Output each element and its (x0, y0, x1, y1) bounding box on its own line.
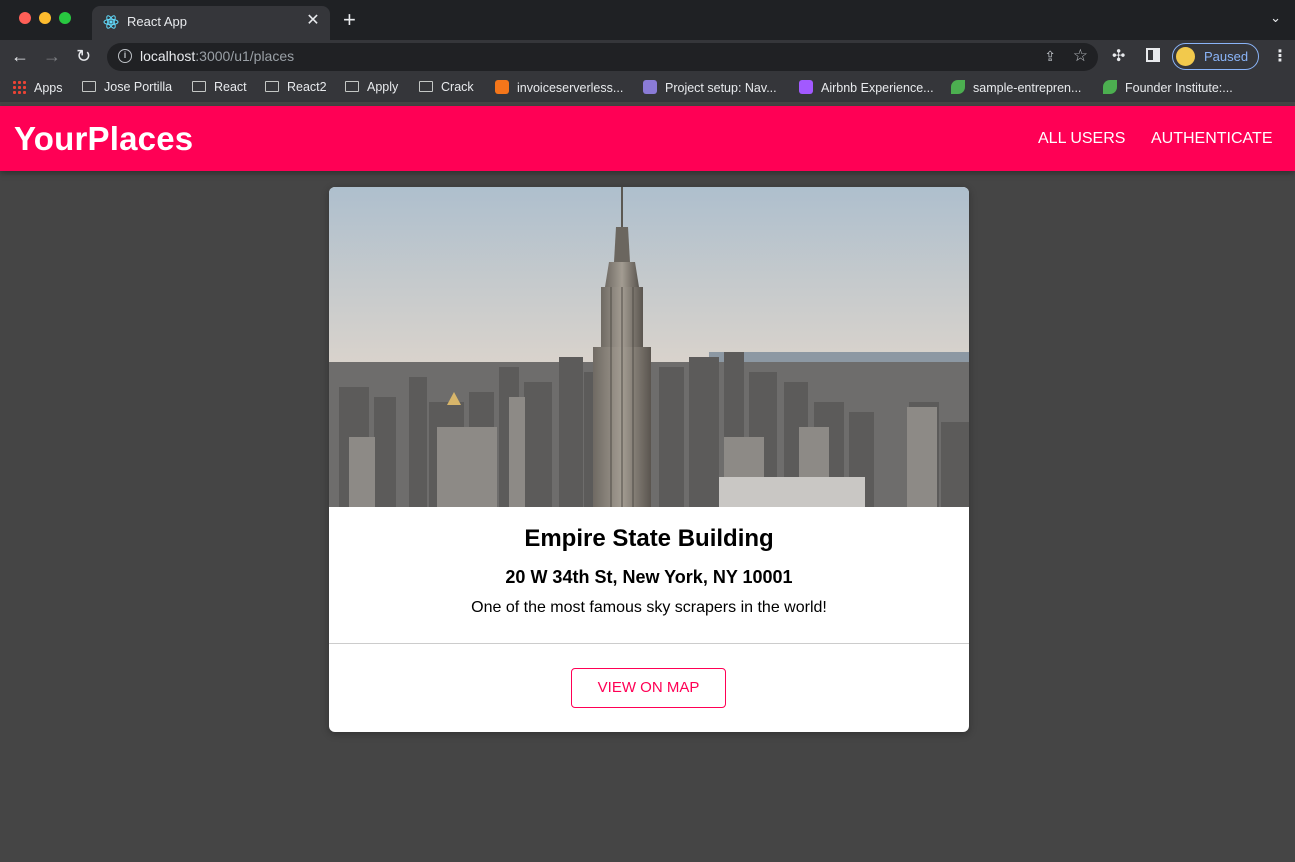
side-panel-icon[interactable] (1146, 48, 1160, 62)
bookmark-folder-react[interactable]: React (192, 80, 247, 94)
minimize-window-button[interactable] (39, 12, 51, 24)
browser-toolbar: ← → ↻ i localhost:3000/u1/places ⇪ ☆ (0, 40, 1295, 74)
bookmark-invoiceserverless[interactable]: invoiceserverless... (495, 80, 623, 95)
folder-icon (192, 81, 206, 92)
browser-menu-icon[interactable]: ⋮ (1272, 46, 1288, 66)
folder-icon (82, 81, 96, 92)
new-tab-icon[interactable]: + (343, 8, 356, 32)
tab-search-chevron-icon[interactable]: ⌄ (1270, 10, 1281, 26)
profile-status: Paused (1204, 49, 1249, 64)
folder-icon (265, 81, 279, 92)
place-description: One of the most famous sky scrapers in t… (471, 599, 827, 616)
close-window-button[interactable] (19, 12, 31, 24)
aws-icon (495, 80, 509, 94)
url-host: localhost (140, 48, 196, 64)
place-card: Empire State Building 20 W 34th St, New … (329, 187, 969, 732)
bookmarks-bar: Apps Jose Portilla React React2 Apply Cr… (0, 74, 1295, 102)
bookmark-folder-apply[interactable]: Apply (345, 80, 398, 94)
place-address: 20 W 34th St, New York, NY 10001 (505, 567, 793, 587)
bookmark-label: React (214, 80, 247, 94)
card-divider (329, 643, 969, 644)
view-on-map-button[interactable]: VIEW ON MAP (571, 668, 726, 708)
nav-authenticate[interactable]: AUTHENTICATE (1151, 130, 1272, 148)
bookmark-folder-react2[interactable]: React2 (265, 80, 327, 94)
bookmark-label: Apply (367, 80, 399, 94)
nav-all-users[interactable]: ALL USERS (1038, 130, 1125, 148)
bookmark-founder-institute[interactable]: Founder Institute:... (1103, 80, 1233, 95)
bookmark-label: Founder Institute:... (1125, 81, 1233, 95)
forward-arrow-icon[interactable]: → (43, 46, 61, 66)
bookmark-sample-entrepreneur[interactable]: sample-entrepren... (951, 80, 1081, 95)
place-title: Empire State Building (524, 525, 774, 552)
figma-icon (799, 80, 813, 94)
share-icon[interactable]: ⇪ (1044, 48, 1056, 65)
bookmark-label: sample-entrepren... (973, 81, 1082, 95)
leaf-icon (1103, 80, 1117, 94)
app-header: YourPlaces ALL USERS AUTHENTICATE (0, 106, 1295, 171)
browser-tab[interactable]: React App ✕ (92, 6, 330, 40)
leaf-icon (951, 80, 965, 94)
bookmark-folder-jose-portilla[interactable]: Jose Portilla (82, 80, 172, 94)
bookmark-label: React2 (287, 80, 327, 94)
site-info-icon[interactable]: i (118, 49, 132, 63)
bookmark-label: Jose Portilla (104, 80, 173, 94)
close-tab-icon[interactable]: ✕ (304, 12, 322, 30)
folder-icon (345, 81, 359, 92)
apps-grid-icon (12, 80, 26, 94)
browser-tab-strip: React App ✕ + ⌄ (0, 0, 1295, 40)
react-icon (103, 15, 119, 29)
bookmark-label: Apps (34, 81, 63, 95)
bookmark-label: invoiceserverless... (517, 81, 624, 95)
project-icon (643, 80, 657, 94)
tab-title: React App (127, 14, 187, 29)
folder-icon (419, 81, 433, 92)
address-bar[interactable]: i localhost:3000/u1/places ⇪ ☆ (107, 43, 1098, 71)
bookmark-airbnb-experience[interactable]: Airbnb Experience... (799, 80, 934, 95)
bookmark-apps[interactable]: Apps (12, 80, 63, 95)
extensions-puzzle-icon[interactable]: ✣ (1112, 46, 1125, 66)
place-image (329, 187, 969, 507)
reload-icon[interactable]: ↻ (76, 46, 91, 66)
profile-button[interactable]: Paused (1172, 43, 1259, 70)
bookmark-project-setup[interactable]: Project setup: Nav... (643, 80, 777, 95)
bookmark-star-icon[interactable]: ☆ (1073, 46, 1088, 66)
bookmark-label: Project setup: Nav... (665, 81, 777, 95)
back-arrow-icon[interactable]: ← (11, 46, 29, 66)
avatar (1176, 47, 1195, 66)
url-path: :3000/u1/places (195, 48, 295, 64)
url-text[interactable]: localhost:3000/u1/places (140, 48, 294, 64)
bookmark-folder-crack[interactable]: Crack (419, 80, 474, 94)
maximize-window-button[interactable] (59, 12, 71, 24)
bookmark-label: Crack (441, 80, 474, 94)
bookmark-label: Airbnb Experience... (821, 81, 934, 95)
brand-logo[interactable]: YourPlaces (14, 120, 193, 158)
